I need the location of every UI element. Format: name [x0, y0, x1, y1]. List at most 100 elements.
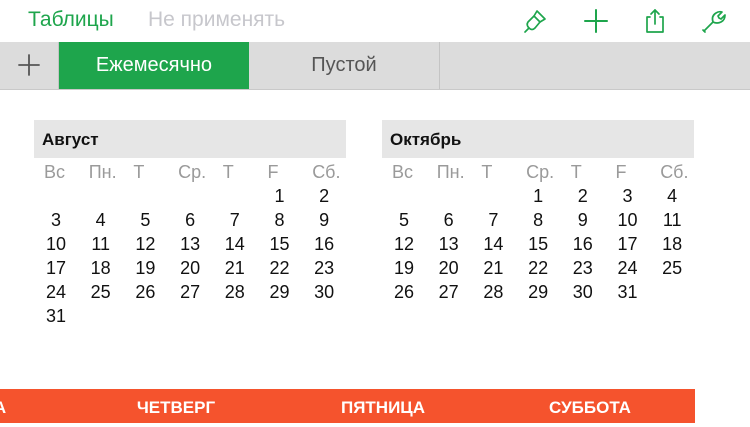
weekday-row: Вс Пн. Т Ср. Т F Сб. [34, 160, 346, 184]
day-cell[interactable]: 30 [561, 280, 605, 304]
day-cell[interactable]: 24 [34, 280, 78, 304]
weekday-label: Ср. [526, 162, 555, 182]
day-cell[interactable]: 18 [79, 256, 123, 280]
day-cell[interactable]: 10 [606, 208, 650, 232]
weekday-label: F [267, 162, 279, 182]
weekday-label: Т [222, 162, 234, 182]
day-cell[interactable]: 22 [516, 256, 560, 280]
month-title: Октябрь [382, 120, 694, 158]
day-cell[interactable]: 12 [382, 232, 426, 256]
weekday-row: Вс Пн. Т Ср. Т F Сб. [382, 160, 694, 184]
weekday-label: ПЯТНИЦА [340, 398, 425, 417]
weekday-label: Вс [392, 162, 414, 182]
day-cell[interactable]: 4 [79, 208, 123, 232]
day-cell[interactable]: 8 [258, 208, 302, 232]
tab-empty[interactable]: Пустой [249, 42, 440, 89]
day-cell[interactable]: 16 [561, 232, 605, 256]
day-cell[interactable]: 21 [471, 256, 515, 280]
weekday-label: Пн. [88, 162, 117, 182]
calendar-grid: Вс Пн. Т Ср. Т F Сб. 1 2 3 4 5 6 7 8 9 10 11 12 13 14 15 16 17 1… [34, 160, 346, 328]
day-cell[interactable]: 3 [606, 184, 650, 208]
day-cell[interactable]: 6 [427, 208, 471, 232]
day-cell[interactable]: 15 [516, 232, 560, 256]
calendar-august: Август Вс Пн. Т Ср. Т F Сб. 1 2 3 4 5 6 7 8 9 10 11 12 13 14… [34, 120, 346, 328]
day-cell[interactable]: 4 [650, 184, 694, 208]
day-cell[interactable]: 15 [258, 232, 302, 256]
day-cell[interactable]: 30 [302, 280, 346, 304]
day-cell[interactable]: 29 [516, 280, 560, 304]
weekday-label: Сб. [660, 162, 689, 182]
day-cell[interactable]: 2 [302, 184, 346, 208]
format-brush-icon[interactable] [522, 8, 548, 34]
day-cell[interactable]: 28 [471, 280, 515, 304]
day-cell[interactable]: 1 [516, 184, 560, 208]
month-title: Август [34, 120, 346, 158]
day-cell[interactable]: 8 [516, 208, 560, 232]
settings-wrench-icon[interactable] [700, 8, 726, 34]
week-row: 31 [34, 304, 346, 328]
weekday-header-bar: А ЧЕТВЕРГ ПЯТНИЦА СУББОТА [0, 389, 695, 423]
day-cell[interactable]: 31 [606, 280, 650, 304]
day-cell[interactable]: 20 [168, 256, 212, 280]
weekday-label: Вс [44, 162, 66, 182]
day-cell[interactable]: 22 [258, 256, 302, 280]
top-toolbar: Таблицы Не применять [0, 0, 750, 42]
day-cell[interactable]: 28 [213, 280, 257, 304]
day-cell[interactable]: 17 [34, 256, 78, 280]
day-cell[interactable]: 13 [427, 232, 471, 256]
day-cell[interactable]: 12 [123, 232, 167, 256]
day-cell[interactable]: 27 [168, 280, 212, 304]
day-cell[interactable]: 23 [561, 256, 605, 280]
day-cell[interactable]: 17 [606, 232, 650, 256]
day-cell[interactable]: 21 [213, 256, 257, 280]
weekday-label: Сб. [312, 162, 341, 182]
day-cell[interactable]: 14 [471, 232, 515, 256]
day-cell[interactable]: 7 [471, 208, 515, 232]
week-row: 17 18 19 20 21 22 23 [34, 256, 346, 280]
week-row: 12 13 14 15 16 17 18 [382, 232, 694, 256]
weekday-label: СУББОТА [549, 398, 631, 417]
share-icon[interactable] [642, 8, 668, 34]
week-row: 19 20 21 22 23 24 25 [382, 256, 694, 280]
week-row: 10 11 12 13 14 15 16 [34, 232, 346, 256]
day-cell[interactable]: 19 [123, 256, 167, 280]
day-cell[interactable]: 3 [34, 208, 78, 232]
day-cell[interactable]: 31 [34, 304, 78, 328]
week-row: 3456789 [34, 208, 346, 232]
add-icon[interactable] [583, 8, 609, 34]
day-cell[interactable]: 5 [382, 208, 426, 232]
tab-monthly[interactable]: Ежемесячно [59, 42, 249, 89]
day-cell[interactable]: 27 [427, 280, 471, 304]
day-cell[interactable]: 24 [606, 256, 650, 280]
day-cell[interactable]: 2 [561, 184, 605, 208]
add-sheet-button[interactable] [0, 42, 59, 89]
day-cell[interactable]: 26 [123, 280, 167, 304]
day-cell[interactable]: 10 [34, 232, 78, 256]
calendar-october: Октябрь Вс Пн. Т Ср. Т F Сб. 1 2 3 4 5 6 7 8 9 10 11 12 13 1… [382, 120, 694, 304]
undo-button[interactable]: Не применять [148, 8, 285, 32]
day-cell[interactable]: 16 [302, 232, 346, 256]
day-cell[interactable]: 25 [650, 256, 694, 280]
day-cell[interactable]: 26 [382, 280, 426, 304]
day-cell[interactable]: 11 [79, 232, 123, 256]
day-cell[interactable]: 1 [258, 184, 302, 208]
day-cell[interactable]: 14 [213, 232, 257, 256]
day-cell[interactable]: 5 [123, 208, 167, 232]
day-cell[interactable]: 9 [561, 208, 605, 232]
day-cell[interactable]: 20 [427, 256, 471, 280]
back-to-spreadsheets-button[interactable]: Таблицы [28, 8, 114, 32]
weekday-label: ЧЕТВЕРГ [136, 398, 216, 417]
weekday-label: Т [570, 162, 582, 182]
day-cell[interactable]: 13 [168, 232, 212, 256]
day-cell[interactable]: 18 [650, 232, 694, 256]
weekday-label: Ср. [178, 162, 207, 182]
day-cell[interactable]: 19 [382, 256, 426, 280]
day-cell[interactable]: 25 [79, 280, 123, 304]
day-cell[interactable]: 23 [302, 256, 346, 280]
week-row: 1234 [382, 184, 694, 208]
day-cell[interactable]: 9 [302, 208, 346, 232]
day-cell[interactable]: 29 [258, 280, 302, 304]
day-cell[interactable]: 7 [213, 208, 257, 232]
day-cell[interactable]: 6 [168, 208, 212, 232]
day-cell[interactable]: 11 [650, 208, 694, 232]
